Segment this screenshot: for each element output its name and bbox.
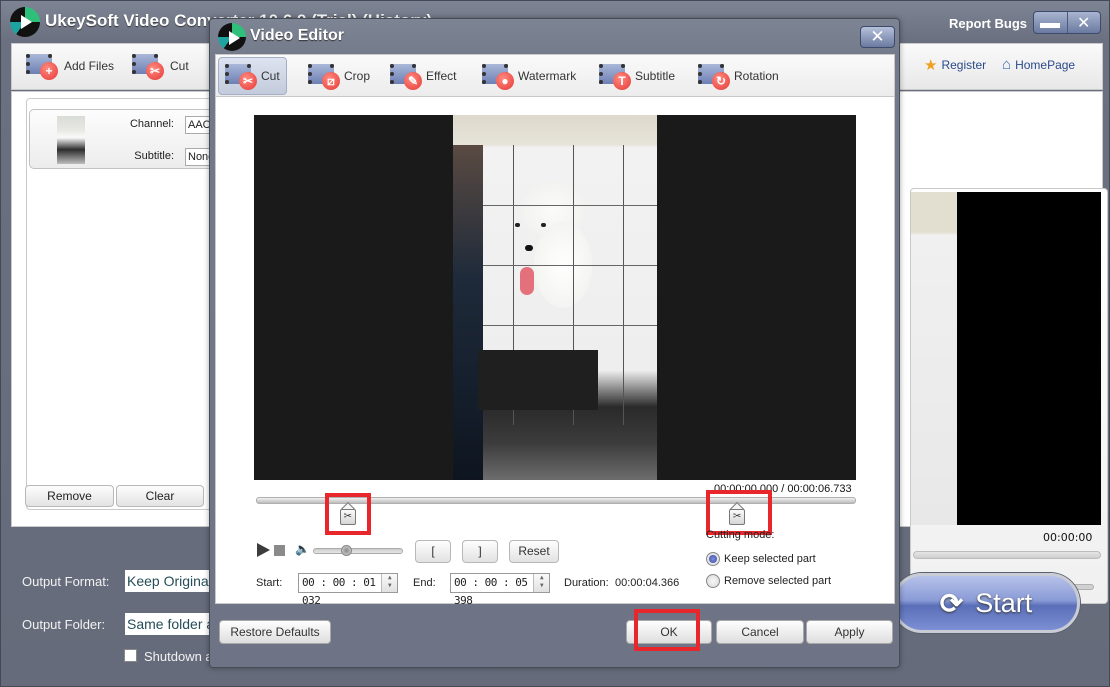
restore-defaults-button[interactable]: Restore Defaults [219,620,331,644]
cut-label: Cut [170,59,189,73]
file-list-item[interactable]: Channel: AAC Subtitle: None [29,109,245,169]
tab-crop-label: Crop [344,69,371,83]
tab-subtitle[interactable]: T Subtitle [593,57,681,95]
effect-icon: ✎ [390,62,424,90]
set-start-button[interactable]: [ [415,540,451,563]
cut-button[interactable]: ✂ Cut [132,52,189,80]
stop-button[interactable] [274,545,285,556]
cut-icon: ✂ [132,52,166,80]
start-time-spinner[interactable]: ▲ ▼ [381,574,397,592]
video-player[interactable] [254,115,856,480]
ok-button-highlight [634,609,700,651]
add-files-label: Add Files [64,59,115,73]
set-end-button[interactable]: ] [462,540,498,563]
register-button[interactable]: ★ Register [924,56,986,74]
tab-watermark[interactable]: ● Watermark [476,57,582,95]
video-thumbnail [57,116,85,164]
close-icon: ✕ [1077,13,1091,32]
end-time-spinner[interactable]: ▲ ▼ [533,574,549,592]
tab-crop[interactable]: ⧄ Crop [302,57,376,95]
convert-icon: ⟳ [939,587,964,619]
volume-knob[interactable] [340,545,352,556]
keep-selected-radio[interactable]: Keep selected part [706,552,816,566]
remove-button[interactable]: Remove [25,485,114,507]
clear-button[interactable]: Clear [116,485,204,507]
radio-icon [706,574,720,588]
report-bugs-link[interactable]: Report Bugs [949,16,1027,31]
preview-seek-bar[interactable] [913,551,1101,559]
editor-tabs: ✂ Cut ⧄ Crop ✎ Effect ● Watermark T Subt… [215,54,895,96]
file-list: Channel: AAC Subtitle: None [26,98,245,510]
duration-label: Duration: [564,577,609,589]
start-marker-highlight [324,493,371,535]
add-files-button[interactable]: + Add Files [26,52,114,80]
register-label: Register [941,58,987,72]
dialog-logo-icon [218,23,246,51]
homepage-button[interactable]: ⌂ HomePage [1002,56,1075,73]
start-button[interactable]: ⟳ Start [892,573,1080,633]
output-folder-field[interactable]: Same folder as source [125,613,215,635]
volume-slider[interactable] [313,545,403,556]
tab-effect-label: Effect [426,69,457,83]
dialog-title: Video Editor [250,27,344,44]
start-time-value: 00 : 00 : 01 . 032 [302,576,388,607]
apply-button[interactable]: Apply [806,620,893,644]
home-icon: ⌂ [1002,56,1012,73]
cut-icon: ✂ [225,62,259,90]
video-editor-dialog: Video Editor ✕ ✂ Cut ⧄ Crop ✎ Effect ● W… [209,18,900,668]
dialog-close-button[interactable]: ✕ [860,26,895,48]
homepage-label: HomePage [1015,57,1076,72]
end-label: End: [413,577,436,589]
cutting-mode-label: Cutting mode: [706,529,775,541]
channel-label: Channel: [129,118,174,130]
watermark-icon: ● [482,62,516,90]
close-icon: ✕ [870,27,885,47]
preview-time: 00:00:00 [1043,531,1093,544]
output-folder-label: Output Folder: [22,617,106,632]
end-time-value: 00 : 00 : 05 . 398 [454,576,540,607]
shutdown-checkbox[interactable] [124,649,137,662]
output-format-select[interactable]: Keep Original [125,570,215,592]
preview-video [911,192,1101,525]
cut-panel: 00:00:00.000 / 00:00:06.733 ✂ ✂ 🔈 [ ] Re… [215,96,895,607]
video-frame [453,115,657,480]
start-time-input[interactable]: 00 : 00 : 01 . 032 ▲ ▼ [298,573,398,607]
tab-watermark-label: Watermark [518,69,577,83]
tab-rotation-label: Rotation [734,69,779,83]
tab-rotation[interactable]: ↻ Rotation [692,57,785,95]
preview-panel: 00:00:00 🔈 [910,188,1108,604]
window-controls: ✕ [1033,11,1101,34]
duration-value: 00:00:04.366 [615,577,680,589]
close-button[interactable]: ✕ [1068,12,1101,33]
cancel-button[interactable]: Cancel [716,620,804,644]
end-time-input[interactable]: 00 : 00 : 05 . 398 ▲ ▼ [450,573,550,607]
start-label: Start [975,587,1033,618]
crop-icon: ⧄ [308,62,342,90]
tab-subtitle-label: Subtitle [635,69,676,83]
add-files-icon: + [26,52,60,80]
tab-cut-label: Cut [261,69,280,83]
subtitle-label: Subtitle: [134,150,174,162]
keep-selected-label: Keep selected part [724,553,816,565]
tab-cut[interactable]: ✂ Cut [218,57,287,95]
subtitle-icon: T [599,62,633,90]
minimize-button[interactable] [1034,12,1068,33]
play-button[interactable] [257,543,270,557]
minimize-icon [1040,23,1061,28]
tab-effect[interactable]: ✎ Effect [384,57,462,95]
register-icon: ★ [924,57,938,74]
reset-button[interactable]: Reset [509,540,559,563]
rotation-icon: ↻ [698,62,732,90]
remove-selected-radio[interactable]: Remove selected part [706,574,831,588]
remove-selected-label: Remove selected part [724,575,831,587]
app-logo-icon [10,7,40,37]
start-label: Start: [256,577,283,589]
radio-icon [706,552,720,566]
output-format-label: Output Format: [22,574,110,589]
speaker-icon[interactable]: 🔈 [295,542,310,556]
